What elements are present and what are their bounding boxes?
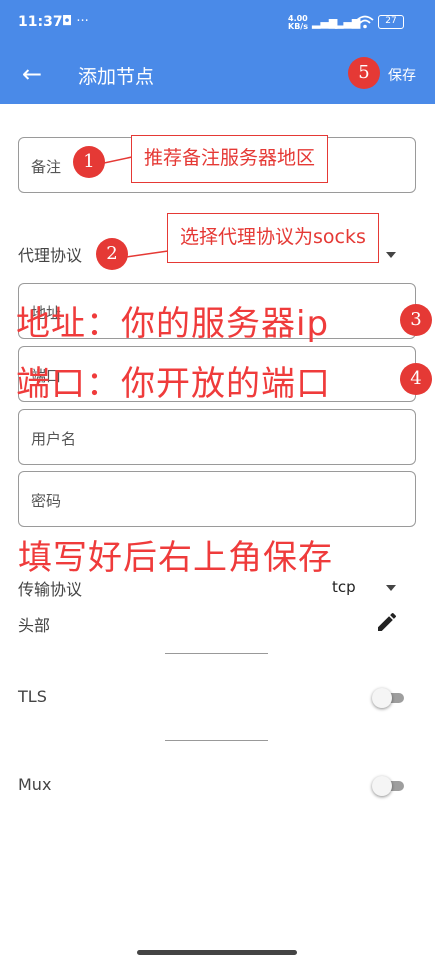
annotation-badge-3: 3	[400, 304, 432, 336]
annotation-callout-protocol: 选择代理协议为socks	[167, 213, 379, 263]
pencil-edit-icon[interactable]	[375, 610, 399, 634]
annotation-badge-1: 1	[73, 146, 105, 178]
annotation-note-port: 端口：你开放的端口	[16, 364, 331, 404]
protocol-label: 代理协议	[18, 246, 83, 265]
password-input[interactable]: 密码	[18, 471, 416, 527]
annotation-badge-5: 5	[348, 57, 380, 89]
tls-label: TLS	[18, 687, 47, 706]
username-input[interactable]: 用户名	[18, 409, 416, 465]
headers-label: 头部	[18, 616, 51, 635]
signal-icon: ▂▄▆	[312, 16, 338, 29]
username-placeholder: 用户名	[31, 430, 77, 448]
transport-select[interactable]: tcp	[320, 576, 410, 602]
annotation-badge-2: 2	[96, 238, 128, 270]
divider	[165, 653, 268, 654]
battery-icon: 27	[378, 15, 404, 29]
annotation-badge-4: 4	[400, 363, 432, 395]
dropdown-caret-icon	[386, 252, 396, 258]
notification-icons: ◘ ···	[62, 14, 89, 29]
remark-placeholder: 备注	[31, 158, 62, 176]
status-time: 11:37	[18, 14, 63, 30]
save-button[interactable]: 保存	[388, 65, 416, 85]
mux-toggle[interactable]	[372, 776, 404, 796]
annotation-note-address: 地址：你的服务器ip	[16, 304, 330, 344]
annotation-callout-remark: 推荐备注服务器地区	[131, 135, 329, 183]
divider	[165, 740, 268, 741]
dropdown-caret-icon	[386, 585, 396, 591]
page-title: 添加节点	[78, 66, 155, 88]
transport-value: tcp	[332, 578, 356, 596]
status-bar: 11:37 ◘ ··· 4.00 KB/s ▂▄▆ ▂▄▆ 27	[0, 0, 435, 46]
net-speed: 4.00 KB/s	[288, 14, 308, 31]
back-arrow-icon[interactable]: ←	[16, 58, 48, 90]
annotation-note-save: 填写好后右上角保存	[18, 538, 333, 578]
tls-toggle[interactable]	[372, 688, 404, 708]
mux-label: Mux	[18, 775, 52, 794]
annotation-leader-line	[104, 156, 133, 164]
home-indicator[interactable]	[137, 950, 297, 955]
wifi-icon	[356, 15, 374, 29]
password-placeholder: 密码	[31, 492, 62, 510]
annotation-leader-line	[126, 250, 169, 258]
transport-label: 传输协议	[18, 580, 83, 599]
